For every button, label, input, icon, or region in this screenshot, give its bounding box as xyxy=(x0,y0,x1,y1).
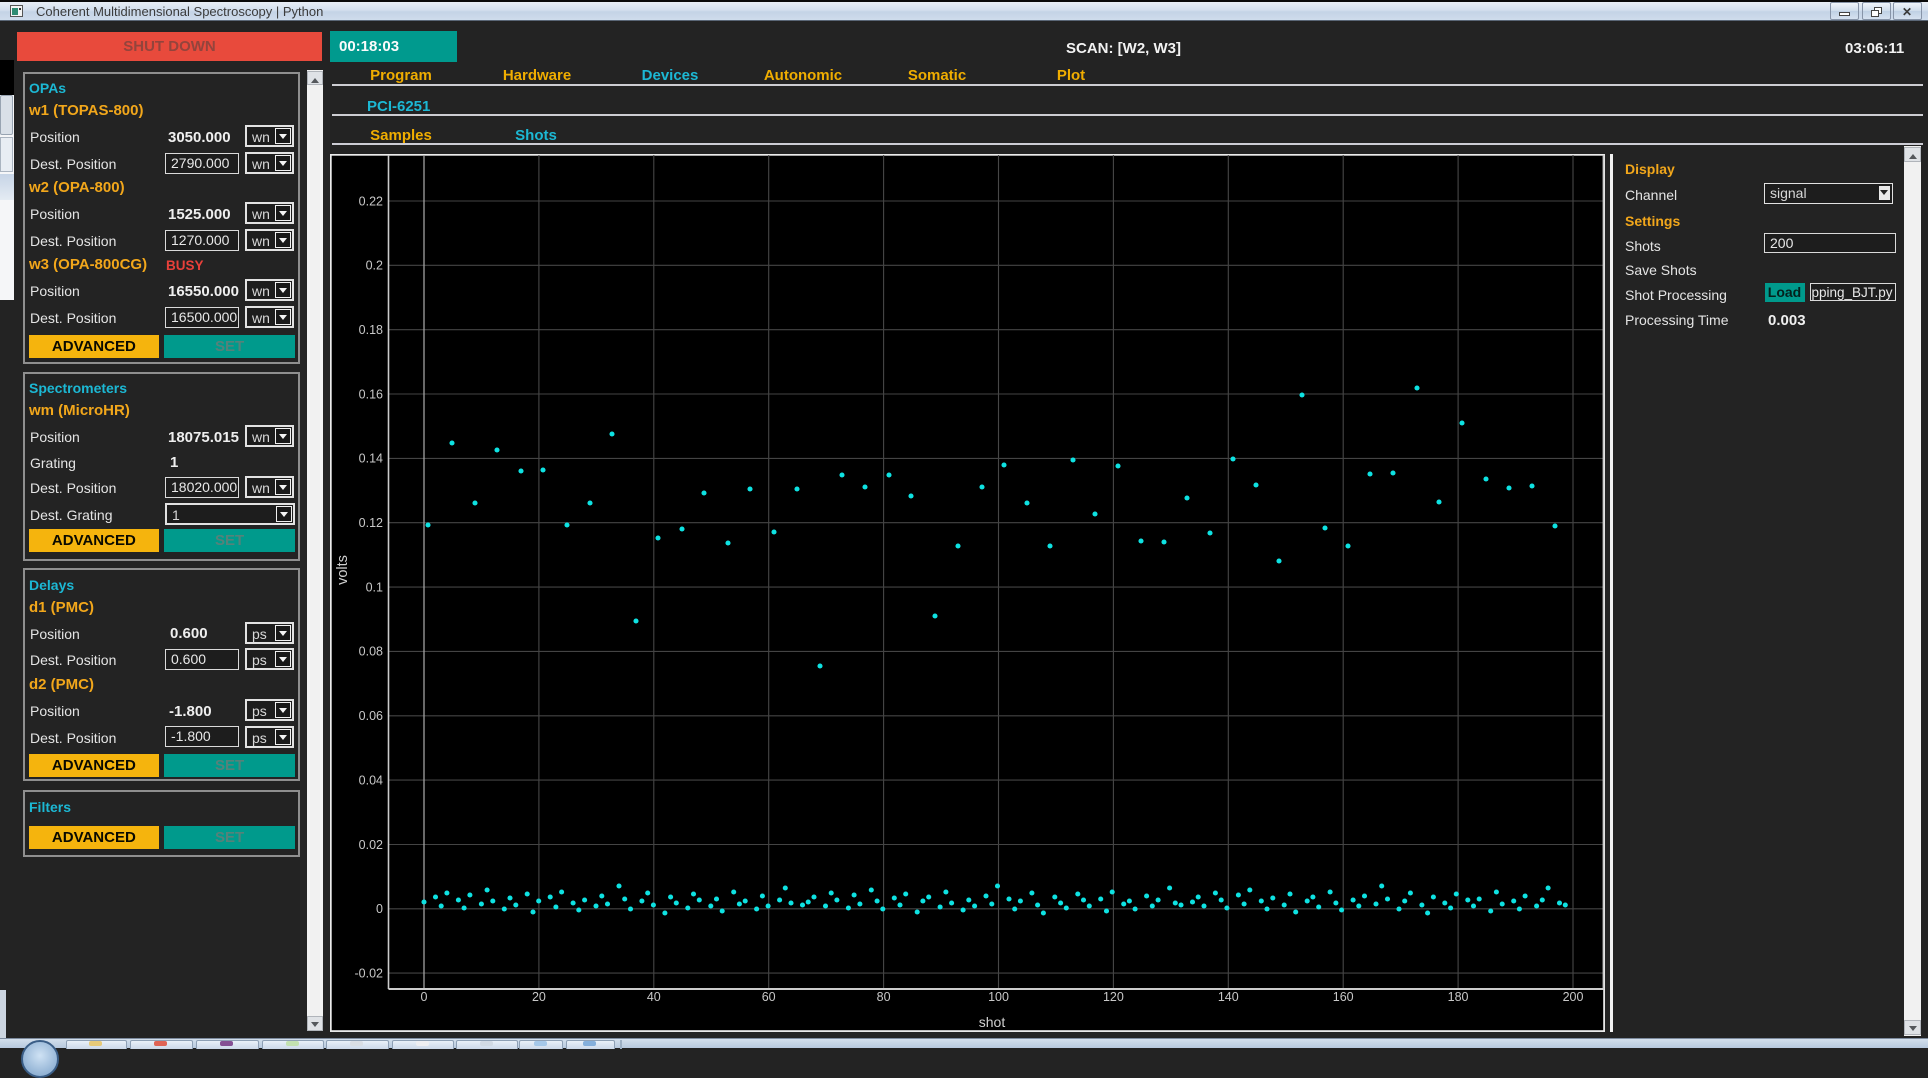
svg-text:0: 0 xyxy=(421,990,428,1004)
svg-text:0: 0 xyxy=(376,902,383,916)
svg-text:200: 200 xyxy=(1563,990,1584,1004)
svg-text:20: 20 xyxy=(532,990,546,1004)
svg-text:0.08: 0.08 xyxy=(359,645,383,659)
svg-text:100: 100 xyxy=(988,990,1009,1004)
svg-text:180: 180 xyxy=(1448,990,1469,1004)
svg-text:0.12: 0.12 xyxy=(359,516,383,530)
svg-text:0.2: 0.2 xyxy=(366,259,383,273)
svg-text:140: 140 xyxy=(1218,990,1239,1004)
svg-text:0.1: 0.1 xyxy=(366,580,383,594)
svg-text:0.04: 0.04 xyxy=(359,773,383,787)
svg-text:60: 60 xyxy=(762,990,776,1004)
svg-text:shot: shot xyxy=(979,1014,1006,1030)
svg-text:0.16: 0.16 xyxy=(359,387,383,401)
svg-text:0.22: 0.22 xyxy=(359,194,383,208)
svg-text:volts: volts xyxy=(335,555,351,585)
svg-text:0.14: 0.14 xyxy=(359,452,383,466)
svg-text:160: 160 xyxy=(1333,990,1354,1004)
svg-text:80: 80 xyxy=(877,990,891,1004)
svg-text:0.02: 0.02 xyxy=(359,838,383,852)
svg-text:120: 120 xyxy=(1103,990,1124,1004)
svg-text:0.18: 0.18 xyxy=(359,323,383,337)
svg-text:0.06: 0.06 xyxy=(359,709,383,723)
svg-text:40: 40 xyxy=(647,990,661,1004)
svg-text:-0.02: -0.02 xyxy=(355,966,384,980)
